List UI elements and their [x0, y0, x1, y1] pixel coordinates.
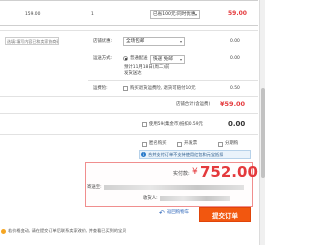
insurance-text: 购买退货运费险, 退货可赔付10元 — [130, 86, 196, 91]
page-scrollbar[interactable] — [259, 0, 265, 245]
promo-select-value: 已省100元:同时优惠 — [153, 12, 196, 17]
back-to-cart-link[interactable]: 返回购物车 — [167, 210, 189, 216]
points-checkbox[interactable] — [142, 122, 147, 127]
store-coupon-select[interactable]: 全场包邮 ▾ — [123, 37, 185, 46]
shipping-label: 运送方式: — [93, 56, 113, 61]
pay-amount: 752.00 — [200, 163, 258, 181]
notice-text: 合并支付订单不支持使用红包和元宝抵扣 — [148, 151, 224, 157]
item-subtotal: 59.00 — [228, 10, 247, 17]
address-value — [104, 185, 244, 190]
promo-select[interactable]: 已省100元:同时优惠 ▾ — [150, 10, 200, 19]
installment-label: 分期购 — [225, 141, 239, 146]
divider — [0, 113, 258, 114]
shipping-option-name: 普通配送 — [130, 56, 148, 61]
store-coupon-amount: 0.00 — [230, 39, 240, 44]
pay-currency: ¥ — [192, 167, 198, 177]
divider — [0, 30, 258, 31]
divider — [0, 134, 258, 135]
installment-checkbox[interactable] — [218, 142, 223, 147]
scrollbar-thumb[interactable] — [261, 88, 265, 178]
store-coupon-label: 店铺优惠: — [93, 39, 113, 44]
chevron-down-icon: ▾ — [179, 57, 182, 62]
address-label: 寄送至: — [87, 185, 102, 190]
points-text: 使用59(集金币)抵扣0.59元 — [149, 122, 203, 127]
shipping-method-select[interactable]: 快递 免邮 ▾ — [150, 55, 185, 64]
invoice-label: 开发票 — [184, 141, 198, 146]
store-total-amount: ¥59.00 — [220, 100, 246, 108]
pay-label: 实付款: — [173, 171, 190, 177]
points-amount: 0.00 — [228, 120, 246, 128]
chevron-down-icon: ▾ — [194, 12, 197, 17]
insurance-label: 运费险: — [93, 86, 108, 91]
unit-price: 159.00 — [25, 12, 41, 17]
info-icon: i — [141, 152, 146, 157]
warning-icon — [1, 229, 6, 234]
shipping-note-2: 发货送达 — [124, 71, 142, 76]
back-arrow-icon[interactable]: ↶ — [159, 209, 165, 217]
divider — [0, 96, 258, 97]
message-input[interactable] — [5, 37, 59, 45]
quantity: 1 — [91, 12, 94, 17]
insurance-amount: 0.50 — [230, 86, 240, 91]
shipping-amount: 0.00 — [230, 56, 240, 61]
divider — [88, 80, 258, 81]
anonymous-checkbox[interactable] — [142, 142, 147, 147]
invoice-checkbox[interactable] — [177, 142, 182, 147]
store-coupon-value: 全场包邮 — [126, 39, 145, 44]
shipping-method-value: 快递 免邮 — [153, 57, 173, 62]
receiver-label: 收货人: — [143, 196, 158, 201]
shipping-radio[interactable] — [123, 56, 128, 61]
store-total-label: 店铺合计(含运费) — [176, 102, 211, 107]
anonymous-label: 匿名购买 — [149, 141, 167, 146]
receiver-value — [160, 196, 230, 201]
chevron-down-icon: ▾ — [179, 39, 182, 44]
submit-order-label: 提交订单 — [212, 212, 238, 220]
insurance-checkbox[interactable] — [123, 86, 128, 91]
bottom-notice: 若价格变动, 请在提交订单后联系卖家改价, 并查看已买到的宝贝 — [8, 228, 127, 233]
